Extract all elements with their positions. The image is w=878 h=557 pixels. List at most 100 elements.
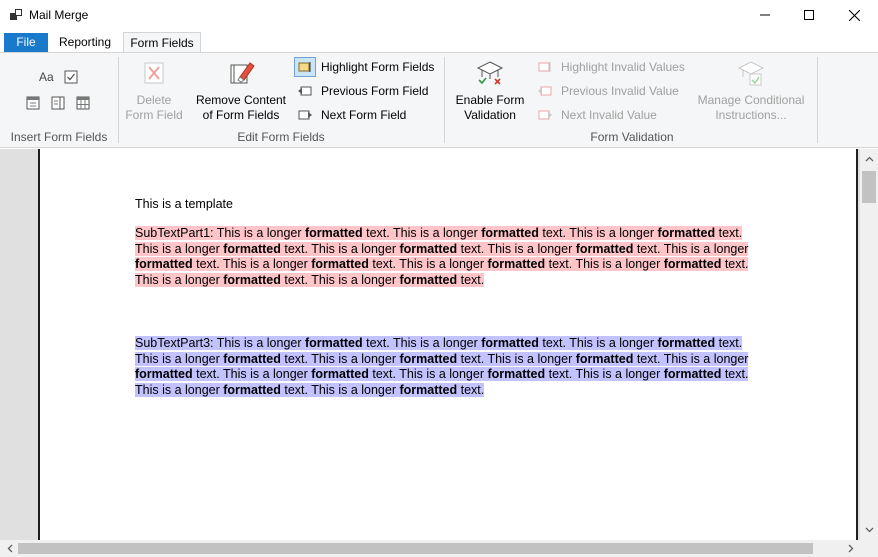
vertical-scroll-thumb[interactable] <box>862 171 876 203</box>
remove-label-line2: of Form Fields <box>202 108 280 122</box>
sentence-tail: text. <box>368 367 400 382</box>
subtextpart3-paragraph[interactable]: SubTextPart3: This is a longer formatted… <box>135 336 760 399</box>
insert-form-fields-label: Insert Form Fields <box>10 130 108 144</box>
horizontal-scroll-thumb[interactable] <box>18 543 813 554</box>
sentence-tail: text. <box>280 241 312 256</box>
horizontal-scrollbar[interactable] <box>0 540 878 557</box>
sentence-text: This is a longer <box>399 367 488 382</box>
sentence-text: This is a longer <box>216 336 305 350</box>
highlight-fields-icon <box>294 57 316 77</box>
sentence-tail: text. <box>538 336 570 350</box>
title-bar: Mail Merge <box>0 0 878 30</box>
eraser-icon <box>230 62 255 84</box>
sentence-text: This is a longer <box>399 257 488 272</box>
sentence-tail: text. <box>633 241 664 256</box>
sentence-tail: text. <box>192 367 223 382</box>
sentence-tail: text. <box>715 226 743 240</box>
next-form-field-button[interactable]: Next Form Field <box>294 104 406 126</box>
sentence-tail: text. <box>280 351 312 366</box>
sentence-tail: text. <box>545 367 576 382</box>
edit-form-fields-label: Edit Form Fields <box>237 130 325 144</box>
previous-invalid-value-button[interactable]: Previous Invalid Value <box>534 80 679 102</box>
sentence-bold-word: formatted <box>399 273 458 288</box>
sentence-tail: text. <box>368 257 400 272</box>
sentence-text: This is a longer <box>487 351 576 366</box>
minimize-button[interactable] <box>742 0 788 30</box>
next-form-field-label: Next Form Field <box>321 108 407 122</box>
enable-validation-line1: Enable Form <box>455 93 525 107</box>
sentence-text: This is a longer <box>393 226 482 240</box>
sentence-text: This is a longer <box>135 241 224 256</box>
previous-invalid-value-label: Previous Invalid Value <box>561 84 679 98</box>
document-title[interactable]: This is a template <box>135 197 760 213</box>
subtextpart3-field[interactable]: SubTextPart3: This is a longer formatted… <box>135 336 749 398</box>
document-area: This is a template SubTextPart1: This is… <box>0 149 878 540</box>
sentence-bold-word: formatted <box>305 226 363 240</box>
highlight-invalid-values-button[interactable]: Highlight Invalid Values <box>534 56 685 78</box>
field-name-prefix: SubTextPart1: <box>135 226 217 240</box>
sentence-bold-word: formatted <box>399 241 458 256</box>
ribbon-tabs: File Reporting Form Fields <box>0 30 878 54</box>
sentence-text: This is a longer <box>223 367 312 382</box>
sentence-bold-word: formatted <box>481 226 539 240</box>
tab-form-fields[interactable]: Form Fields <box>123 32 201 54</box>
sentence-bold-word: formatted <box>135 367 193 382</box>
sentence-text: This is a longer <box>216 226 305 240</box>
manage-conditions-icon <box>737 61 765 86</box>
highlight-form-fields-label: Highlight Form Fields <box>321 60 435 74</box>
remove-label-line1: Remove Content <box>195 93 287 107</box>
highlight-invalid-icon <box>534 57 556 77</box>
group-separator <box>817 57 818 143</box>
sentence-bold-word: formatted <box>223 351 281 366</box>
sentence-text: This is a longer <box>487 241 576 256</box>
tab-file[interactable]: File <box>4 33 48 52</box>
enable-validation-line2: Validation <box>464 108 516 122</box>
highlight-form-fields-button[interactable]: Highlight Form Fields <box>294 56 434 78</box>
subtextpart1-paragraph[interactable]: SubTextPart1: This is a longer formatted… <box>135 226 760 289</box>
insert-dropdown-field-button[interactable] <box>51 96 65 110</box>
maximize-button[interactable] <box>786 0 832 30</box>
tab-reporting[interactable]: Reporting <box>51 32 119 53</box>
delete-form-field-button[interactable]: Delete Form Field <box>122 59 186 123</box>
sentence-text: This is a longer <box>135 351 224 366</box>
vertical-scrollbar[interactable] <box>860 149 878 540</box>
insert-checkbox-button[interactable] <box>64 70 78 84</box>
previous-invalid-icon <box>534 81 556 101</box>
sentence-text: This is a longer <box>223 257 312 272</box>
sentence-bold-word: formatted <box>305 336 363 350</box>
subtextpart1-field[interactable]: SubTextPart1: This is a longer formatted… <box>135 226 749 288</box>
ribbon: Aa Insert Form Fields Delete Form Field … <box>0 52 878 148</box>
scroll-right-icon[interactable] <box>843 540 859 556</box>
insert-date-field-button[interactable] <box>26 96 40 110</box>
app-icon <box>10 9 22 20</box>
validation-icon <box>476 61 504 85</box>
sentence-bold-word: formatted <box>223 273 281 288</box>
sentence-tail: text. <box>721 257 749 272</box>
window-title: Mail Merge <box>29 8 89 22</box>
scroll-up-icon[interactable] <box>861 151 877 167</box>
enable-form-validation-button[interactable]: Enable Form Validation <box>452 59 528 123</box>
close-icon <box>848 9 860 21</box>
next-invalid-value-button[interactable]: Next Invalid Value <box>534 104 657 126</box>
sentence-bold-word: formatted <box>135 257 193 272</box>
sentence-text: This is a longer <box>575 257 664 272</box>
insert-table-field-button[interactable] <box>76 96 90 110</box>
manage-conditional-instructions-button[interactable]: Manage Conditional Instructions... <box>693 59 809 123</box>
scroll-down-icon[interactable] <box>861 522 877 538</box>
close-button[interactable] <box>831 0 877 30</box>
scroll-left-icon[interactable] <box>2 540 18 556</box>
sentence-bold-word: formatted <box>481 336 539 350</box>
previous-form-field-button[interactable]: Previous Form Field <box>294 80 428 102</box>
remove-content-button[interactable]: Remove Content of Form Fields <box>192 59 290 123</box>
sentence-tail: text. <box>538 226 570 240</box>
previous-field-icon <box>294 81 316 101</box>
sentence-bold-word: formatted <box>663 257 722 272</box>
sentence-bold-word: formatted <box>487 367 546 382</box>
sentence-tail: text. <box>280 273 312 288</box>
manage-conditions-line1: Manage Conditional <box>697 93 805 107</box>
insert-text-field-button[interactable]: Aa <box>39 70 57 84</box>
sentence-tail: text. <box>457 241 488 256</box>
sentence-bold-word: formatted <box>487 257 546 272</box>
sentence-text: This is a longer <box>311 351 400 366</box>
next-invalid-icon <box>534 105 556 125</box>
